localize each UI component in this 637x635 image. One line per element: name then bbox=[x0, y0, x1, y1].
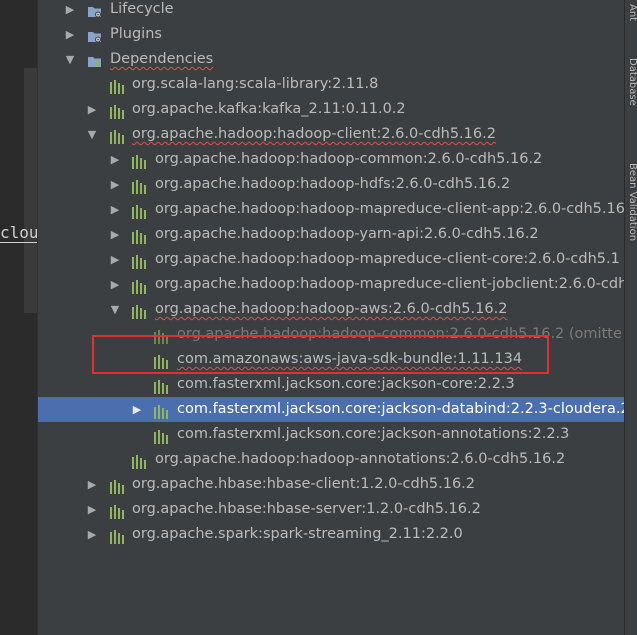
library-icon bbox=[131, 153, 147, 169]
collapse-arrow-icon[interactable]: ▶ bbox=[109, 272, 121, 297]
folder-settings-icon bbox=[87, 3, 103, 18]
tree-row-label: Dependencies bbox=[110, 51, 214, 67]
tree-row[interactable]: ▶ Plugins bbox=[38, 22, 624, 47]
tree-row-label: org.apache.hadoop:hadoop-common:2.6.0-cd… bbox=[155, 151, 543, 167]
tree-row[interactable]: ▶ org.apache.hbase:hbase-client:1.2.0-cdh… bbox=[38, 472, 624, 497]
tool-tab-ant[interactable]: Ant bbox=[625, 4, 637, 44]
tree-row-label: org.apache.hadoop:hadoop-annotations:2.6… bbox=[155, 451, 566, 467]
expand-arrow-icon[interactable]: ▼ bbox=[64, 47, 76, 72]
library-icon bbox=[131, 228, 147, 244]
tree-row-label: org.apache.hadoop:hadoop-hdfs:2.6.0-cdh5… bbox=[155, 176, 511, 192]
expand-arrow-icon[interactable]: ▼ bbox=[109, 297, 121, 322]
tree-row[interactable]: ▶ org.apache.hadoop:hadoop-mapreduce-clie… bbox=[38, 197, 624, 222]
tree-row[interactable]: com.fasterxml.jackson.core:jackson-core:… bbox=[38, 372, 624, 397]
tree-row-label: com.fasterxml.jackson.core:jackson-datab… bbox=[177, 401, 624, 417]
library-icon bbox=[109, 478, 125, 494]
collapse-arrow-icon[interactable]: ▶ bbox=[86, 522, 98, 547]
tree-row-label: org.scala-lang:scala-library:2.11.8 bbox=[132, 76, 379, 92]
collapse-arrow-icon[interactable]: ▶ bbox=[86, 97, 98, 122]
tool-tab-database[interactable]: Database bbox=[625, 58, 637, 136]
library-icon bbox=[131, 303, 147, 319]
maven-dependency-tree: ▶ Lifecycle ▶ Plugins ▼ Dependencies org.scala… bbox=[38, 0, 624, 635]
library-icon bbox=[131, 453, 147, 469]
collapse-arrow-icon[interactable]: ▶ bbox=[64, 0, 76, 22]
tree-row-label: org.apache.hadoop:hadoop-mapreduce-clien… bbox=[155, 251, 620, 267]
tree-row-label: org.apache.hadoop:hadoop-mapreduce-clien… bbox=[155, 201, 624, 217]
tree-row-label: com.fasterxml.jackson.core:jackson-core:… bbox=[177, 376, 515, 392]
tree-row-label: Plugins bbox=[110, 26, 162, 42]
library-icon bbox=[109, 103, 125, 119]
collapse-arrow-icon[interactable]: ▶ bbox=[86, 472, 98, 497]
collapse-arrow-icon[interactable]: ▶ bbox=[109, 197, 121, 222]
editor-text-fragment: clou bbox=[0, 223, 39, 243]
tree-row-label: org.apache.hbase:hbase-server:1.2.0-cdh5… bbox=[132, 501, 481, 517]
tool-tab-bean-validation[interactable]: Bean Validation bbox=[625, 163, 637, 283]
tree-row[interactable]: ▶ org.apache.hadoop:hadoop-hdfs:2.6.0-cdh… bbox=[38, 172, 624, 197]
library-icon bbox=[153, 428, 169, 444]
tree-row-label: org.apache.kafka:kafka_2.11:0.11.0.2 bbox=[132, 101, 406, 117]
tree-row[interactable]: ▶ Lifecycle bbox=[38, 0, 624, 22]
tree-row[interactable]: ▶ org.apache.hadoop:hadoop-common:2.6.0-c… bbox=[38, 147, 624, 172]
library-icon bbox=[131, 203, 147, 219]
tree-row[interactable]: ▼ org.apache.hadoop:hadoop-client:2.6.0-c… bbox=[38, 122, 624, 147]
tree-row-label: org.apache.hadoop:hadoop-common:2.6.0-cd… bbox=[177, 326, 622, 342]
collapse-arrow-icon[interactable]: ▶ bbox=[109, 147, 121, 172]
collapse-arrow-icon[interactable]: ▶ bbox=[131, 397, 143, 422]
library-icon bbox=[131, 253, 147, 269]
collapse-arrow-icon[interactable]: ▶ bbox=[109, 172, 121, 197]
collapse-arrow-icon[interactable]: ▶ bbox=[86, 497, 98, 522]
tree-row[interactable]: ▶ org.apache.hadoop:hadoop-yarn-api:2.6.0… bbox=[38, 222, 624, 247]
editor-gutter bbox=[24, 68, 37, 313]
folder-settings-icon bbox=[87, 28, 103, 43]
library-icon bbox=[131, 278, 147, 294]
tree-row[interactable]: ▼ Dependencies bbox=[38, 47, 624, 72]
collapse-arrow-icon[interactable]: ▶ bbox=[109, 222, 121, 247]
tree-row[interactable]: com.fasterxml.jackson.core:jackson-annot… bbox=[38, 422, 624, 447]
tree-row[interactable]: ▼ org.apache.hadoop:hadoop-aws:2.6.0-cdh5… bbox=[38, 297, 624, 322]
library-icon bbox=[109, 528, 125, 544]
tree-row-label: com.fasterxml.jackson.core:jackson-annot… bbox=[177, 426, 570, 442]
collapse-arrow-icon[interactable]: ▶ bbox=[64, 22, 76, 47]
tree-row-label: Lifecycle bbox=[110, 1, 174, 17]
tree-row-label: com.amazonaws:aws-java-sdk-bundle:1.11.1… bbox=[177, 351, 523, 367]
right-tool-strip: Ant Database Bean Validation bbox=[624, 0, 637, 635]
tree-row[interactable]: org.scala-lang:scala-library:2.11.8 bbox=[38, 72, 624, 97]
library-icon bbox=[109, 503, 125, 519]
tree-row[interactable]: ▶ com.fasterxml.jackson.core:jackson-data… bbox=[38, 397, 624, 422]
tree-row[interactable]: com.amazonaws:aws-java-sdk-bundle:1.11.1… bbox=[38, 347, 624, 372]
tree-row-label: org.apache.hadoop:hadoop-mapreduce-clien… bbox=[155, 276, 624, 292]
library-icon bbox=[153, 328, 169, 344]
collapse-arrow-icon[interactable]: ▶ bbox=[109, 247, 121, 272]
tree-row[interactable]: org.apache.hadoop:hadoop-common:2.6.0-cd… bbox=[38, 322, 624, 347]
library-icon bbox=[153, 353, 169, 369]
library-icon bbox=[153, 378, 169, 394]
library-icon bbox=[109, 128, 125, 144]
tree-row[interactable]: ▶ org.apache.hbase:hbase-server:1.2.0-cdh… bbox=[38, 497, 624, 522]
tree-row-label: org.apache.hbase:hbase-client:1.2.0-cdh5… bbox=[132, 476, 476, 492]
tree-row-label: org.apache.hadoop:hadoop-client:2.6.0-cd… bbox=[132, 126, 496, 142]
library-icon bbox=[153, 403, 169, 419]
tree-row[interactable]: org.apache.hadoop:hadoop-annotations:2.6… bbox=[38, 447, 624, 472]
expand-arrow-icon[interactable]: ▼ bbox=[86, 122, 98, 147]
tree-row[interactable]: ▶ org.apache.hadoop:hadoop-mapreduce-clie… bbox=[38, 247, 624, 272]
tree-row-label: org.apache.hadoop:hadoop-aws:2.6.0-cdh5.… bbox=[155, 301, 508, 317]
tree-row[interactable]: ▶ org.apache.kafka:kafka_2.11:0.11.0.2 bbox=[38, 97, 624, 122]
folder-library-icon bbox=[87, 53, 103, 67]
tree-row[interactable]: ▶ org.apache.hadoop:hadoop-mapreduce-clie… bbox=[38, 272, 624, 297]
tree-row-label: org.apache.hadoop:hadoop-yarn-api:2.6.0-… bbox=[155, 226, 539, 242]
tree-row[interactable]: ▶ org.apache.spark:spark-streaming_2.11:2… bbox=[38, 522, 624, 547]
library-icon bbox=[109, 78, 125, 94]
library-icon bbox=[131, 178, 147, 194]
editor-area: clou bbox=[0, 0, 39, 635]
tree-row-label: org.apache.spark:spark-streaming_2.11:2.… bbox=[132, 526, 463, 542]
